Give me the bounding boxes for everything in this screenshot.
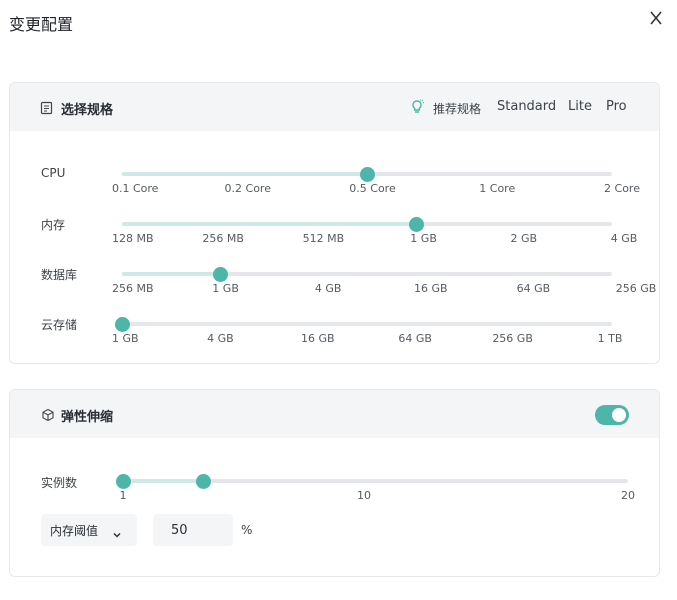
slider-tick-label: 4 GB (207, 332, 234, 345)
spec-title: 选择规格 (61, 103, 114, 118)
spec-card: 选择规格 推荐规格 Standard Lite Pro CPU 0.1 Core 0… (9, 82, 660, 364)
autoscale-toggle[interactable] (595, 405, 629, 425)
threshold-input[interactable] (153, 514, 233, 546)
instances-range-fill (123, 479, 203, 483)
instances-max-thumb[interactable] (195, 474, 211, 489)
preset-pro[interactable]: Pro (606, 99, 627, 114)
slider-tick-label: 1 Core (479, 182, 516, 195)
slider-tick-label: 2 Core (604, 182, 640, 195)
slider-tick-label: 0.2 Core (224, 182, 271, 195)
preset-standard[interactable]: Standard (497, 99, 556, 114)
slider-thumb[interactable] (360, 167, 375, 182)
autoscale-card: 弹性伸缩 实例数 1 10 20 内存阈值 % (9, 389, 660, 577)
slider-fill (122, 172, 367, 176)
spec-row-label: CPU (41, 166, 66, 180)
slider-tick-label: 0.5 Core (349, 182, 396, 195)
threshold-unit: % (241, 523, 253, 537)
cube-icon (41, 407, 55, 422)
slider-tick-label: 256 MB (202, 232, 244, 245)
close-icon[interactable] (646, 8, 666, 28)
dialog-title: 变更配置 (9, 15, 74, 34)
spec-slider[interactable] (115, 317, 612, 332)
slider-tick-label: 256 MB (112, 282, 154, 295)
slider-thumb[interactable] (115, 317, 130, 332)
autoscale-card-header: 弹性伸缩 (10, 390, 659, 438)
instances-tick-label: 10 (357, 489, 371, 502)
recommend-label: 推荐规格 (433, 102, 482, 116)
slider-tick-label: 64 GB (398, 332, 432, 345)
slider-fill (122, 272, 220, 276)
slider-tick-label: 256 GB (492, 332, 533, 345)
list-icon (40, 100, 54, 115)
spec-card-header: 选择规格 推荐规格 Standard Lite Pro (10, 83, 659, 131)
slider-tick-label: 4 GB (610, 232, 638, 245)
preset-lite[interactable]: Lite (568, 99, 592, 114)
slider-tick-label: 1 GB (112, 332, 139, 345)
instances-slider[interactable] (116, 474, 628, 489)
spec-slider[interactable] (122, 167, 612, 182)
slider-tick-label: 16 GB (301, 332, 335, 345)
lightbulb-icon (408, 98, 426, 116)
spec-row-label: 内存 (41, 218, 66, 232)
instances-min-thumb[interactable] (116, 474, 131, 489)
autoscale-title: 弹性伸缩 (61, 410, 114, 425)
instances-label: 实例数 (41, 476, 78, 490)
slider-tick-label: 1 GB (410, 232, 437, 245)
instances-tick-label: 20 (621, 489, 635, 502)
slider-tick-label: 2 GB (510, 232, 538, 245)
slider-thumb[interactable] (409, 217, 424, 232)
slider-tick-label: 128 MB (112, 232, 154, 245)
instances-tick-label: 1 (119, 489, 127, 502)
slider-tick-label: 256 GB (615, 282, 657, 295)
slider-tick-label: 4 GB (314, 282, 342, 295)
slider-tick-label: 0.1 Core (112, 182, 159, 195)
slider-tick-label: 16 GB (414, 282, 448, 295)
chevron-down-icon (112, 525, 122, 538)
slider-tick-label: 1 TB (597, 332, 623, 345)
toggle-knob (612, 408, 626, 422)
metric-select[interactable]: 内存阈值 (41, 514, 137, 546)
spec-row-label: 云存储 (41, 318, 78, 332)
metric-select-value: 内存阈值 (50, 524, 99, 538)
spec-row-label: 数据库 (41, 268, 78, 282)
slider-tick-label: 512 MB (302, 232, 345, 245)
spec-slider[interactable] (122, 267, 612, 282)
slider-tick-label: 1 GB (212, 282, 239, 295)
slider-tick-label: 64 GB (516, 282, 551, 295)
slider-fill (122, 222, 416, 226)
spec-slider[interactable] (122, 217, 612, 232)
slider-thumb[interactable] (213, 267, 228, 282)
